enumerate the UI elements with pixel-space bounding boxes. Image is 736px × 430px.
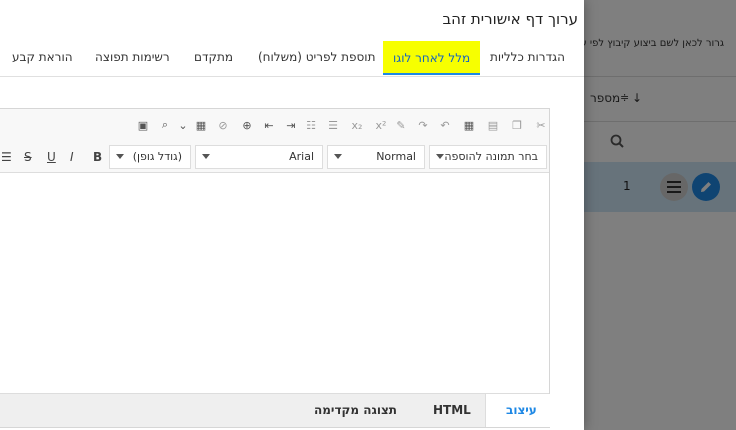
unlink-icon[interactable]: ⊘ [215,117,231,133]
subscript-icon[interactable]: x₂ [349,117,365,133]
editor-content[interactable] [0,173,549,393]
chevron-down-icon[interactable]: ⌄ [175,117,191,133]
editor-toolbar-row1: ✂ ❐ ▤ ▦ ↶ ↷ ✎ x² x₂ ☰ ☷ ⇥ ⇤ ⊕ ⊘ ▦ ⌄ ⌕ ▣ [0,109,549,141]
undo-icon[interactable]: ↶ [437,117,453,133]
tab-text-after-logo[interactable]: מלל לאחר לוגו [383,41,481,75]
tab-general-settings[interactable]: הגדרות כלליות [490,50,565,64]
tab-html[interactable]: HTML [433,403,471,417]
edit-modal: ערוך דף אישורית זהב הגדרות כלליות מלל לא… [0,0,584,430]
format-painter-icon[interactable]: ✎ [393,117,409,133]
chevron-down-icon [334,154,342,159]
modal-title: ערוך דף אישורית זהב [442,10,578,28]
paste-text-icon[interactable]: ▦ [461,117,477,133]
rich-text-editor: ✂ ❐ ▤ ▦ ↶ ↷ ✎ x² x₂ ☰ ☷ ⇥ ⇤ ⊕ ⊘ ▦ ⌄ ⌕ ▣ … [0,108,557,428]
image-select[interactable]: בחר תמונה להוספה [429,145,547,169]
table-icon[interactable]: ▦ [193,117,209,133]
strikethrough-button[interactable]: S [24,150,32,164]
superscript-icon[interactable]: x² [373,117,389,133]
tab-bar: הגדרות כלליות מלל לאחר לוגו תוספת לפריט … [0,40,584,77]
editor-toolbar-row2: בחר תמונה להוספה Normal Arial (גודל גופן… [0,141,549,173]
cut-icon[interactable]: ✂ [533,117,549,133]
tab-preview[interactable]: תצוגה מקדימה [314,403,397,417]
tab-advanced[interactable]: מתקדם [194,50,233,64]
paste-icon[interactable]: ▤ [485,117,501,133]
fullscreen-icon[interactable]: ▣ [135,117,151,133]
chevron-down-icon [202,154,210,159]
outdent-icon[interactable]: ⇤ [261,117,277,133]
indent-icon[interactable]: ⇥ [283,117,299,133]
align-icon[interactable]: ☰ [1,150,12,164]
italic-button[interactable]: I [70,150,74,164]
modal-edge [562,200,584,430]
tab-design[interactable]: עיצוב [485,394,557,427]
bold-button[interactable]: B [93,150,102,164]
font-size-select[interactable]: (גודל גופן) [109,145,191,169]
unordered-list-icon[interactable]: ☷ [303,117,319,133]
tab-mailing-lists[interactable]: רשימות תפוצה [95,50,170,64]
copy-icon[interactable]: ❐ [509,117,525,133]
underline-button[interactable]: U [47,150,56,164]
chevron-down-icon [436,154,444,159]
find-icon[interactable]: ⌕ [157,117,173,133]
editor-mode-tabs: עיצוב HTML תצוגה מקדימה [0,393,557,427]
font-select[interactable]: Arial [195,145,323,169]
insert-link-icon[interactable]: ⊕ [239,117,255,133]
redo-icon[interactable]: ↷ [415,117,431,133]
tab-standing-order[interactable]: הוראת קבע [12,50,73,64]
chevron-down-icon [116,154,124,159]
tab-item-addition[interactable]: תוספת לפריט (משלוח) [258,50,375,64]
ordered-list-icon[interactable]: ☰ [325,117,341,133]
format-select[interactable]: Normal [327,145,425,169]
